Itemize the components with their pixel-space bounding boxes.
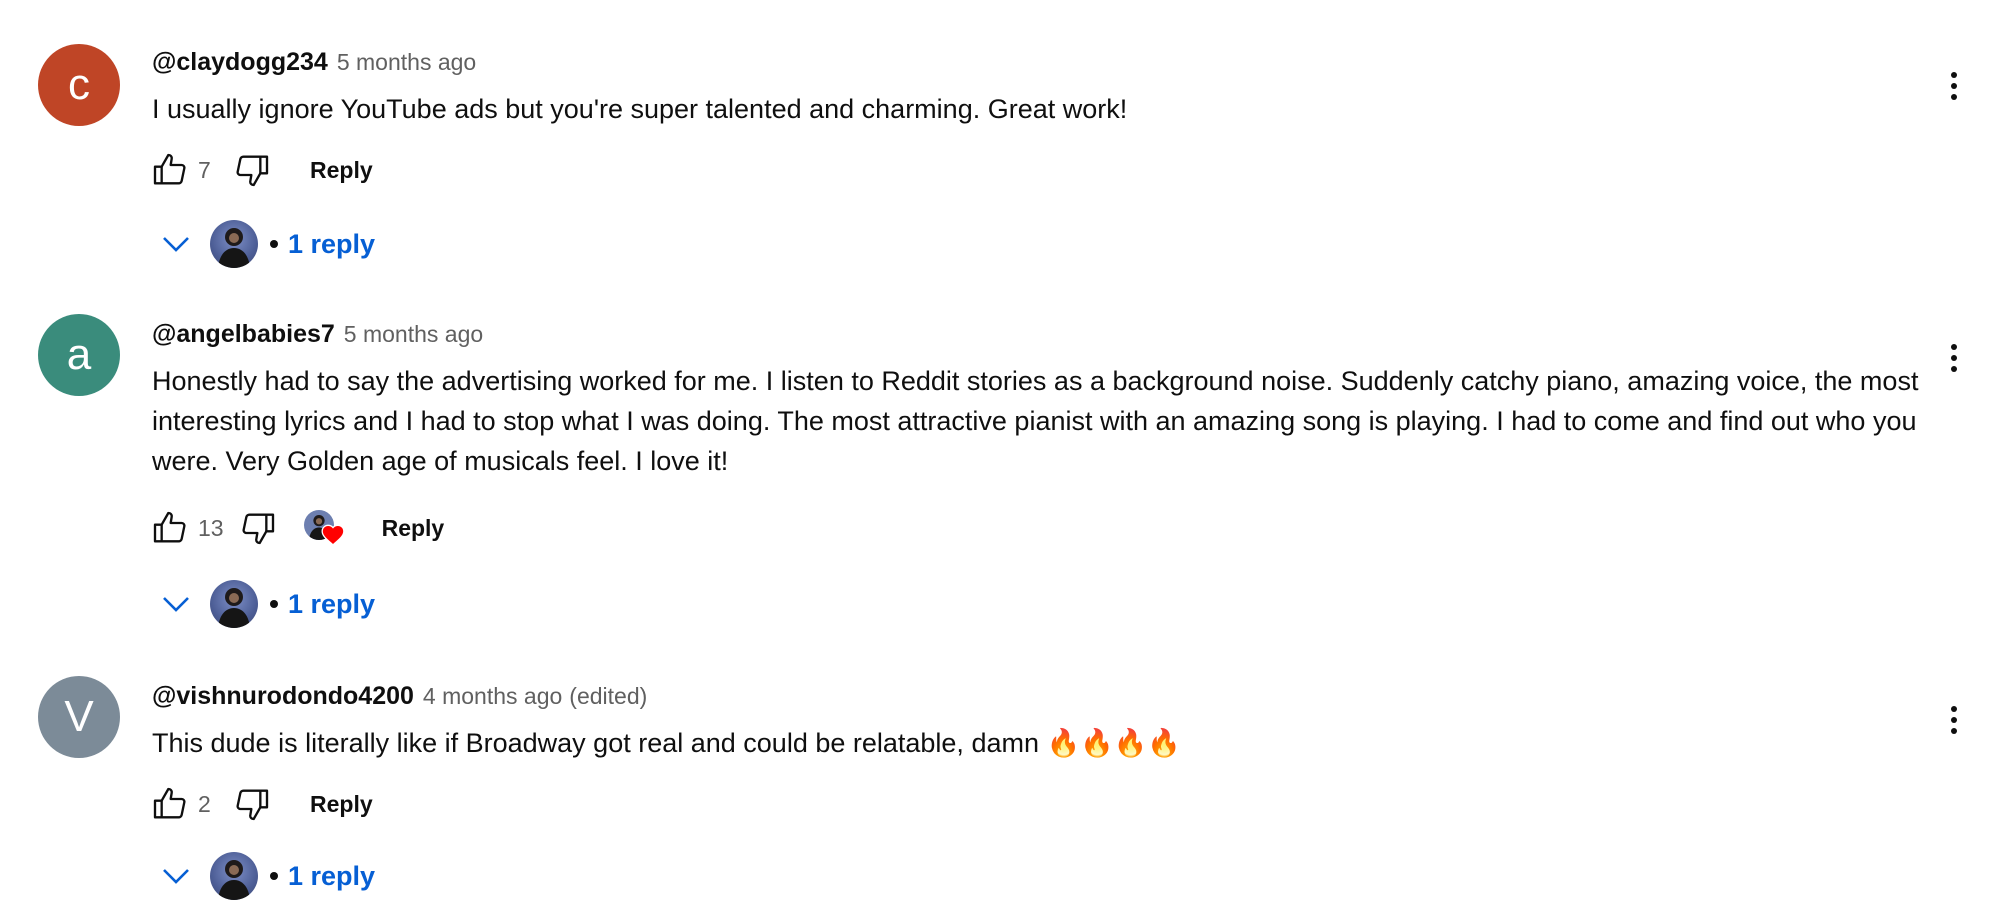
thumb-down-icon <box>236 789 269 821</box>
reply-count-link[interactable]: 1 reply <box>288 861 375 892</box>
like-button[interactable] <box>146 146 194 194</box>
creator-avatar <box>210 580 258 628</box>
dislike-button[interactable] <box>228 780 276 828</box>
dislike-button[interactable] <box>234 504 282 552</box>
thumb-down-icon <box>242 513 274 545</box>
edited-label: (edited) <box>569 683 648 709</box>
author-name[interactable]: @claydogg234 <box>152 48 328 77</box>
author-avatar[interactable]: c <box>38 44 120 126</box>
comment-time[interactable]: 4 months ago <box>423 683 562 710</box>
reply-count-link[interactable]: 1 reply <box>288 589 375 620</box>
reply-button[interactable]: Reply <box>382 515 445 542</box>
heart-icon <box>321 524 345 546</box>
more-vert-icon <box>1951 344 1957 350</box>
author-name[interactable]: @vishnurodondo4200 <box>152 682 414 711</box>
chevron-down-icon <box>154 222 198 266</box>
like-button[interactable] <box>146 780 194 828</box>
comment-header: @claydogg234 5 months ago <box>152 48 476 77</box>
comment-text: Honestly had to say the advertising work… <box>152 366 1919 476</box>
dislike-button[interactable] <box>228 146 276 194</box>
like-button[interactable] <box>146 504 194 552</box>
comment-header: @vishnurodondo4200 4 months ago (edited) <box>152 682 647 711</box>
comment-toolbar: 7 Reply <box>146 146 373 194</box>
comment-text: I usually ignore YouTube ads but you're … <box>152 94 1128 124</box>
separator-dot <box>270 240 278 248</box>
like-count: 7 <box>198 156 211 183</box>
more-actions-button[interactable] <box>1942 700 1966 740</box>
comment-time[interactable]: 5 months ago <box>337 49 476 76</box>
separator-dot <box>270 600 278 608</box>
author-name[interactable]: @angelbabies7 <box>152 320 335 349</box>
like-count: 2 <box>198 790 211 817</box>
view-replies-button[interactable]: 1 reply <box>154 578 375 630</box>
author-avatar[interactable]: a <box>38 314 120 396</box>
comment-toolbar: 13 Reply <box>146 504 444 552</box>
thumb-up-icon <box>153 787 186 819</box>
more-vert-icon <box>1951 706 1957 712</box>
view-replies-button[interactable]: 1 reply <box>154 218 375 270</box>
creator-avatar <box>210 220 258 268</box>
comment-header: @angelbabies7 5 months ago <box>152 320 483 349</box>
thumb-up-icon <box>153 511 186 543</box>
more-actions-button[interactable] <box>1942 66 1966 106</box>
view-replies-button[interactable]: 1 reply <box>154 850 375 902</box>
chevron-down-icon <box>154 854 198 898</box>
reply-button[interactable]: Reply <box>310 157 373 184</box>
thumb-up-icon <box>153 153 186 185</box>
like-count: 13 <box>198 514 224 541</box>
thumb-down-icon <box>236 155 269 187</box>
reply-count-link[interactable]: 1 reply <box>288 229 375 260</box>
comment-text: This dude is literally like if Broadway … <box>152 728 1181 758</box>
creator-avatar <box>210 852 258 900</box>
creator-heart-badge <box>303 506 348 550</box>
author-avatar[interactable]: V <box>38 676 120 758</box>
more-actions-button[interactable] <box>1942 338 1966 378</box>
comment-time[interactable]: 5 months ago <box>344 321 483 348</box>
comment-toolbar: 2 Reply <box>146 780 373 828</box>
separator-dot <box>270 872 278 880</box>
chevron-down-icon <box>154 582 198 626</box>
reply-button[interactable]: Reply <box>310 791 373 818</box>
more-vert-icon <box>1951 72 1957 78</box>
